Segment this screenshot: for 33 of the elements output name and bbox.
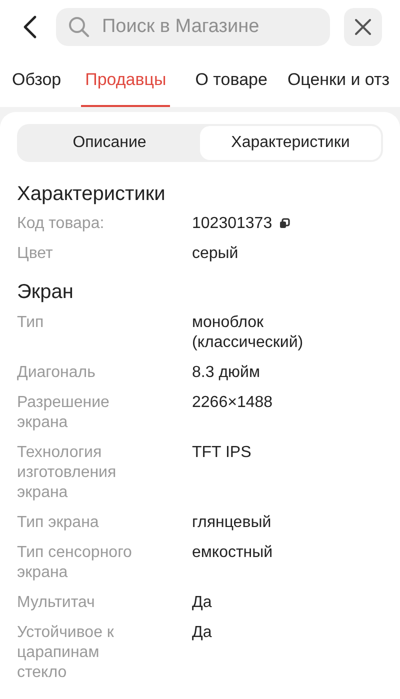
search-icon bbox=[68, 16, 90, 38]
search-field[interactable]: Поиск в Магазине bbox=[56, 8, 330, 46]
spec-value: TFT IPS bbox=[192, 443, 252, 463]
spec-value: 102301373 bbox=[192, 214, 272, 234]
spec-label: Тип сенсорного экрана bbox=[17, 543, 133, 583]
spec-value: емкостный bbox=[192, 543, 274, 563]
spec-label: Технология изготовления экрана bbox=[17, 443, 118, 503]
spec-value: 8.3 дюйм bbox=[192, 363, 261, 383]
spec-label: Тип экрана bbox=[17, 513, 100, 533]
spec-label: Мультитач bbox=[17, 593, 96, 613]
close-icon bbox=[355, 18, 371, 34]
spec-label: Код товара: bbox=[17, 214, 106, 234]
spec-value: Да bbox=[192, 593, 213, 613]
segment-tab[interactable]: Характеристики bbox=[200, 126, 381, 160]
spec-label: Цвет bbox=[17, 244, 54, 264]
spec-value: глянцевый bbox=[192, 513, 272, 533]
spec-label: Разрешение экрана bbox=[17, 393, 110, 433]
tab[interactable]: Оценки и отз bbox=[287, 52, 390, 107]
back-icon bbox=[23, 14, 37, 38]
section-heading: Характеристики bbox=[17, 182, 166, 206]
spec-value: Да bbox=[192, 623, 213, 643]
spec-label: Диагональ bbox=[17, 363, 96, 383]
spec-label: Устойчивое к царапинам стекло bbox=[17, 623, 115, 683]
spec-label: Тип bbox=[17, 313, 45, 333]
close-button[interactable] bbox=[344, 8, 382, 46]
spec-value: 2266×1488 bbox=[192, 393, 274, 413]
tab[interactable]: Обзор bbox=[12, 52, 62, 107]
copy-icon[interactable] bbox=[279, 218, 290, 229]
spec-value: моноблок (классический) bbox=[192, 313, 304, 353]
tab[interactable]: О товаре bbox=[195, 52, 268, 107]
spec-value: серый bbox=[192, 244, 240, 264]
segment-tab[interactable]: Описание bbox=[19, 126, 200, 160]
section-heading: Экран bbox=[17, 280, 74, 304]
